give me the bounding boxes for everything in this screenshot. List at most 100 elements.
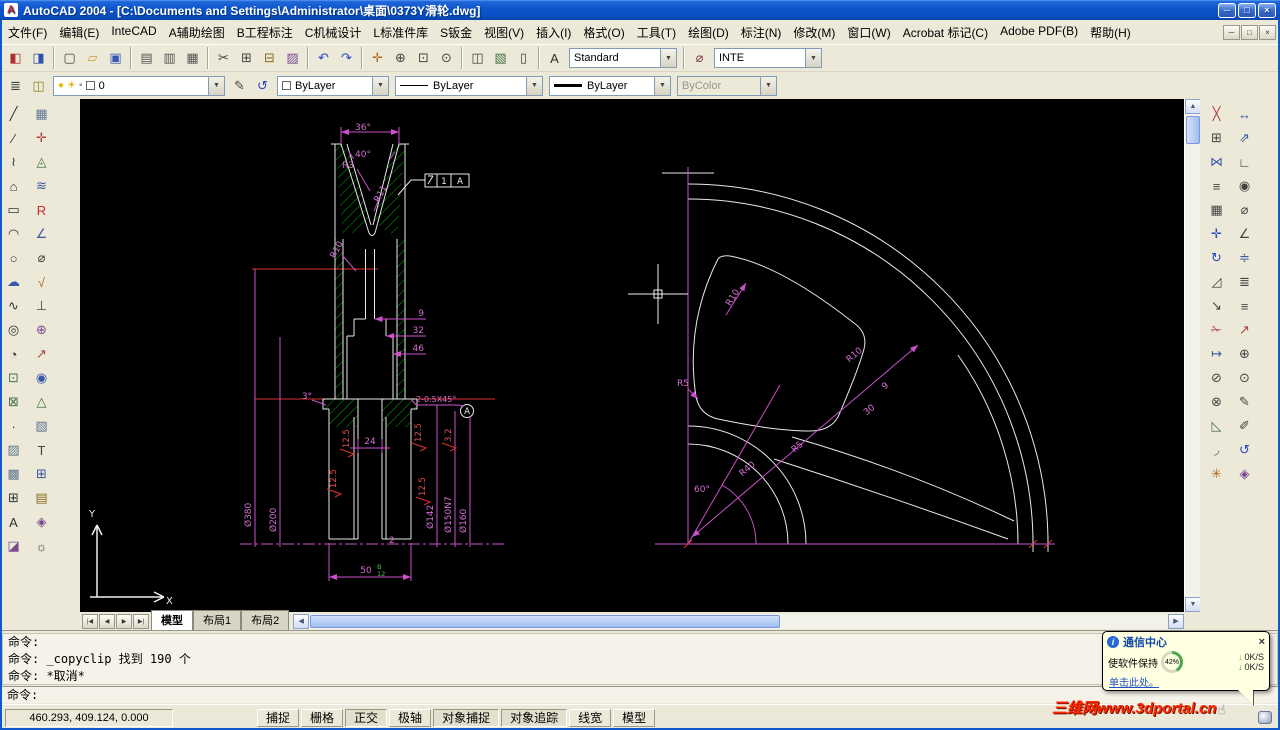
quick-leader-tool[interactable]: ↗ [1233, 318, 1256, 342]
text-style-combo[interactable]: Standard ▼ [569, 48, 677, 68]
paste-button[interactable]: ⊟ [258, 47, 281, 69]
region-tool[interactable]: ▩ [2, 462, 25, 486]
break-point-tool[interactable]: ⊘ [1205, 366, 1228, 390]
menu-window[interactable]: 窗口(W) [841, 21, 896, 44]
quick-dimension-tool[interactable]: ≑ [1233, 246, 1256, 270]
caxa-library-tool[interactable]: ◈ [30, 510, 53, 534]
polyline-tool[interactable]: ≀ [2, 150, 25, 174]
trim-tool[interactable]: ✁ [1205, 318, 1228, 342]
grid-toggle[interactable]: 栅格 [301, 708, 344, 727]
polar-toggle[interactable]: 极轴 [389, 708, 432, 727]
lineweight-toggle[interactable]: 线宽 [569, 708, 612, 727]
intecad-palette-button[interactable]: ◨ [27, 47, 50, 69]
center-mark-tool[interactable]: ⊙ [1233, 366, 1256, 390]
dimension-update-tool[interactable]: ↺ [1233, 438, 1256, 462]
menu-draw[interactable]: 绘图(D) [682, 21, 735, 44]
polygon-tool[interactable]: ⌂ [2, 174, 25, 198]
caxa-angle-tool[interactable]: ∠ [30, 222, 53, 246]
layer-combo-arrow[interactable]: ▼ [208, 76, 224, 95]
mtext-tool[interactable]: A [2, 510, 25, 534]
make-object-layer-current-button[interactable]: ✎ [228, 75, 251, 97]
scroll-up-button[interactable]: ▲ [1185, 99, 1201, 114]
layer-previous-button[interactable]: ↺ [251, 75, 274, 97]
line-tool[interactable]: ╱ [2, 102, 25, 126]
ellipse-arc-tool[interactable]: ◔ [2, 342, 25, 366]
rectangle-tool[interactable]: ▭ [2, 198, 25, 222]
zoom-previous-button[interactable]: ⊙ [435, 47, 458, 69]
tab-next-button[interactable]: ▶ [116, 613, 132, 629]
extend-tool[interactable]: ↦ [1205, 342, 1228, 366]
caxa-tolerance-tool[interactable]: ⊕ [30, 318, 53, 342]
baseline-dimension-tool[interactable]: ≣ [1233, 270, 1256, 294]
dim-style-icon-button[interactable]: ⌀ [688, 47, 711, 69]
spline-tool[interactable]: ∿ [2, 294, 25, 318]
menu-modify[interactable]: 修改(M) [787, 21, 841, 44]
caxa-balloon-tool[interactable]: ◉ [30, 366, 53, 390]
plot-button[interactable]: ▤ [135, 47, 158, 69]
dimension-text-edit-tool[interactable]: ✐ [1233, 414, 1256, 438]
caxa-hatch-tool[interactable]: ▧ [30, 414, 53, 438]
break-tool[interactable]: ⊗ [1205, 390, 1228, 414]
save-button[interactable]: ▣ [104, 47, 127, 69]
caxa-grid-tool[interactable]: ▦ [30, 102, 53, 126]
gradient-tool[interactable]: ◪ [2, 534, 25, 558]
doc-restore-button[interactable]: □ [1241, 24, 1258, 40]
caxa-center-line-tool[interactable]: ✛ [30, 126, 53, 150]
offset-tool[interactable]: ≡ [1205, 174, 1228, 198]
caxa-leader-tool[interactable]: ↗ [30, 342, 53, 366]
caxa-settings-tool[interactable]: ☼ [30, 534, 53, 558]
move-tool[interactable]: ✛ [1205, 222, 1228, 246]
menu-tools[interactable]: 工具(T) [631, 21, 682, 44]
revision-cloud-tool[interactable]: ☁ [2, 270, 25, 294]
layer-properties-button[interactable]: ≣ [4, 75, 27, 97]
array-tool[interactable]: ▦ [1205, 198, 1228, 222]
doc-close-button[interactable]: × [1259, 24, 1276, 40]
tab-prev-button[interactable]: ◀ [99, 613, 115, 629]
scroll-right-button[interactable]: ▶ [1168, 613, 1184, 629]
otrack-toggle[interactable]: 对象追踪 [501, 708, 568, 727]
dimension-edit-tool[interactable]: ✎ [1233, 390, 1256, 414]
layer-states-button[interactable]: ◫ [27, 75, 50, 97]
linear-dimension-tool[interactable]: ↔ [1233, 102, 1256, 126]
qnew-button[interactable]: ▢ [58, 47, 81, 69]
caxa-roughness-tool[interactable]: √ [30, 270, 53, 294]
caxa-table-tool[interactable]: ⊞ [30, 462, 53, 486]
layer-combo[interactable]: ● ☀ ▪ 0 ▼ [53, 75, 225, 96]
caxa-radius-tool[interactable]: R [30, 198, 53, 222]
model-space-button[interactable]: 模型 [613, 708, 656, 727]
rotate-tool[interactable]: ↻ [1205, 246, 1228, 270]
aligned-dimension-tool[interactable]: ⇗ [1233, 126, 1256, 150]
linetype-combo-arrow[interactable]: ▼ [526, 76, 542, 95]
minimize-button[interactable]: ─ [1218, 2, 1236, 18]
color-combo-arrow[interactable]: ▼ [372, 76, 388, 95]
mirror-tool[interactable]: ⋈ [1205, 150, 1228, 174]
drawing-canvas[interactable]: 12.5 12.5 12.5 12.5 3.2 36° 40° R3 R11 R… [80, 99, 1184, 612]
explode-tool[interactable]: ✳ [1205, 462, 1228, 486]
caxa-title-block-tool[interactable]: ▤ [30, 486, 53, 510]
text-style-button[interactable]: A [543, 47, 566, 69]
properties-button[interactable]: ◫ [466, 47, 489, 69]
tab-layout1[interactable]: 布局1 [193, 610, 242, 630]
menu-adobe-pdf[interactable]: Adobe PDF(B) [994, 21, 1084, 44]
tool-palettes-button[interactable]: ▯ [512, 47, 535, 69]
lineweight-combo[interactable]: ByLayer ▼ [549, 75, 671, 96]
menu-std-parts[interactable]: L标准件库 [367, 21, 434, 44]
text-style-combo-arrow[interactable]: ▼ [660, 49, 676, 67]
menu-edit[interactable]: 编辑(E) [53, 21, 105, 44]
zoom-window-button[interactable]: ⊡ [412, 47, 435, 69]
menu-acrobat-comments[interactable]: Acrobat 标记(C) [897, 21, 994, 44]
linetype-combo[interactable]: ByLayer ▼ [395, 75, 543, 96]
angular-dimension-tool[interactable]: ∠ [1233, 222, 1256, 246]
insert-block-tool[interactable]: ⊡ [2, 366, 25, 390]
copy-object-tool[interactable]: ⊞ [1205, 126, 1228, 150]
caxa-text-tool[interactable]: T [30, 438, 53, 462]
tab-layout2[interactable]: 布局2 [241, 610, 290, 630]
maximize-button[interactable]: □ [1238, 2, 1256, 18]
copy-button[interactable]: ⊞ [235, 47, 258, 69]
circle-tool[interactable]: ○ [2, 246, 25, 270]
horizontal-scroll-thumb[interactable] [310, 614, 781, 628]
caxa-section-tool[interactable]: ◬ [30, 150, 53, 174]
vertical-scroll-thumb[interactable] [1186, 116, 1200, 144]
caxa-datum-tool[interactable]: ⊥ [30, 294, 53, 318]
intecad-tool-button[interactable]: ◧ [4, 47, 27, 69]
